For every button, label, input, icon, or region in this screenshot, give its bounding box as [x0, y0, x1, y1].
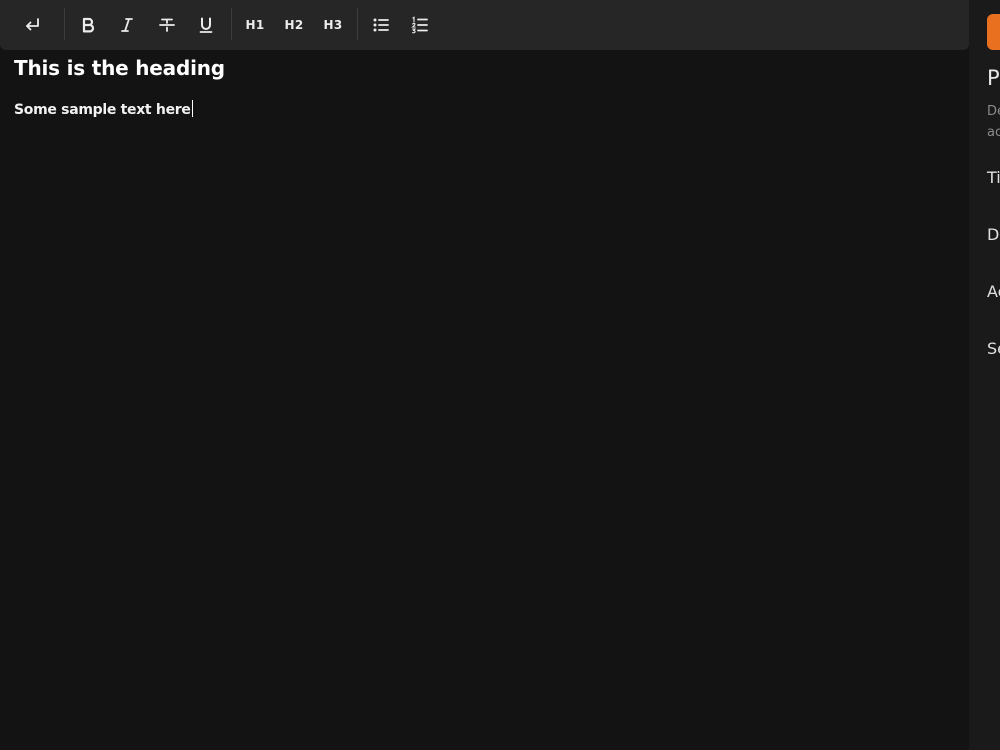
editor-area: H1 H2 H3 This is the heading Some sample… — [0, 0, 969, 750]
strikethrough-button[interactable] — [149, 7, 185, 43]
document-content[interactable]: This is the heading Some sample text her… — [14, 55, 954, 120]
toolbar-divider — [231, 8, 232, 40]
underline-icon — [199, 17, 213, 33]
panel-description: De ac — [987, 101, 1000, 143]
strikethrough-icon — [159, 18, 175, 32]
panel-field-label[interactable]: Ac — [987, 282, 1000, 301]
document-paragraph[interactable]: Some sample text here — [14, 100, 954, 120]
panel-field-label[interactable]: Da — [987, 225, 1000, 244]
paragraph-text[interactable]: Some sample text here — [14, 102, 191, 118]
document-heading[interactable]: This is the heading — [14, 55, 954, 81]
bullet-list-icon — [373, 18, 389, 32]
numbered-list-button[interactable] — [402, 7, 438, 43]
heading-3-label: H3 — [323, 18, 343, 32]
formatting-toolbar: H1 H2 H3 — [0, 0, 969, 50]
side-panel: P De ac Ti Da Ac Se — [969, 0, 1000, 750]
bold-button[interactable] — [70, 7, 106, 43]
underline-button[interactable] — [188, 7, 224, 43]
heading-1-button[interactable]: H1 — [237, 7, 273, 43]
numbered-list-icon — [411, 16, 428, 34]
app-window: H1 H2 H3 This is the heading Some sample… — [0, 0, 1000, 750]
italic-icon — [121, 18, 133, 32]
bullet-list-button[interactable] — [363, 7, 399, 43]
panel-description-line: De — [987, 104, 1000, 119]
undo-arrow-icon — [26, 18, 39, 31]
panel-field-label[interactable]: Se — [987, 339, 1000, 358]
undo-button[interactable] — [14, 7, 50, 43]
toolbar-divider — [357, 8, 358, 40]
heading-2-button[interactable]: H2 — [276, 7, 312, 43]
panel-title: P — [987, 66, 1000, 90]
panel-field-label[interactable]: Ti — [987, 168, 1000, 187]
panel-action-button[interactable] — [987, 14, 1000, 50]
heading-1-label: H1 — [245, 18, 265, 32]
italic-button[interactable] — [109, 7, 145, 43]
panel-description-line: ac — [987, 125, 1000, 140]
heading-3-button[interactable]: H3 — [315, 7, 351, 43]
heading-2-label: H2 — [284, 18, 304, 32]
text-caret — [191, 100, 193, 117]
toolbar-divider — [64, 8, 65, 40]
bold-icon — [82, 17, 95, 33]
